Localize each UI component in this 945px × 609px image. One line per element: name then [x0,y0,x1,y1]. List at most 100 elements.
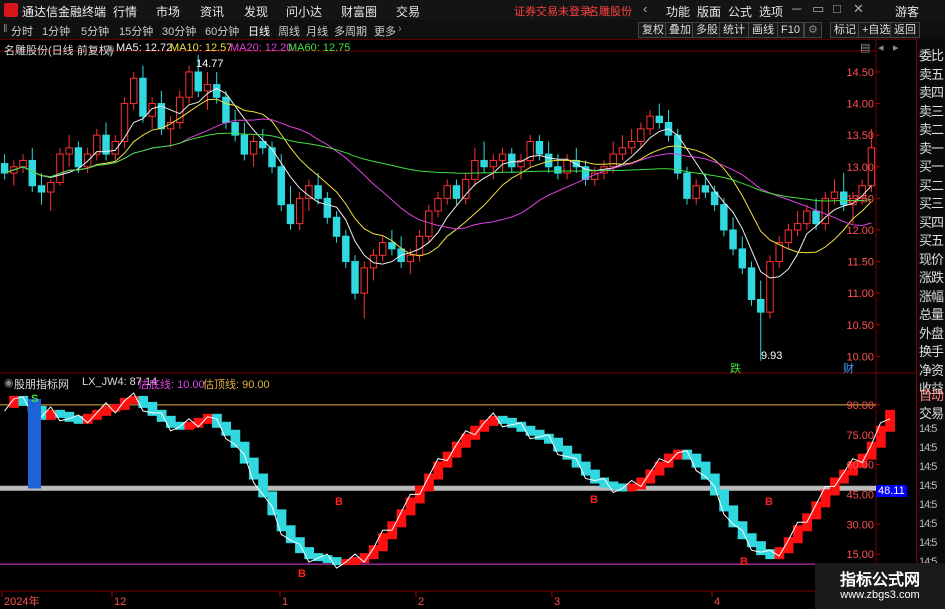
indicator-block [470,425,480,440]
panel-next-icon[interactable]: ▸ [893,41,899,54]
maximize-icon[interactable]: □ [833,1,841,16]
menu-item-wealth[interactable]: 财富圈 [341,3,377,20]
panel-prev-icon[interactable]: ◂ [878,41,884,54]
indicator-block [636,477,646,490]
indicator-block [147,401,158,416]
candle-body [452,185,461,199]
y-tick-label: 12.50 [846,193,874,205]
side-panel-item: 净资 [919,362,944,378]
y-tick-label: 14.00 [846,99,874,111]
menu-item-quotes[interactable]: 行情 [113,3,137,20]
indicator-block [746,533,757,548]
toolbar-tools-icon[interactable]: ⚙ [804,22,822,38]
candle-body [757,298,765,313]
candle-body [332,216,341,237]
period-multi[interactable]: 多周期 [334,23,367,39]
period-weekly[interactable]: 周线 [278,23,300,39]
marker-fall[interactable]: 跌 [730,360,741,376]
candle-body [185,71,193,98]
candle-body [129,77,138,105]
toolbar-draw-button[interactable]: 画线 [748,22,778,38]
y-tick-label: 14.50 [846,67,874,79]
toolbar-overlay-button[interactable]: 叠加 [665,22,695,38]
y-tick-label: 11.50 [847,257,874,269]
period-5min[interactable]: 5分钟 [81,23,109,39]
toolbar-multistock-button[interactable]: 多股 [692,22,722,38]
candle-body [342,235,350,263]
x-tick-label: 2024年 [4,594,39,608]
indicator-block [553,437,563,452]
ma-settings-icon[interactable]: ◉ [105,42,115,55]
menu-item-trade[interactable]: 交易 [396,3,420,20]
window-icon[interactable]: ▭ [812,1,824,17]
side-panel-time: 14:5 [919,480,937,492]
toolbar-menu-icon[interactable]: ‖ [3,23,8,35]
indicator-settings-icon[interactable]: ◉ [4,376,14,389]
period-monthly[interactable]: 月线 [306,23,328,39]
toolbar-adjust-button[interactable]: 复权 [638,22,668,38]
indicator-block [184,421,195,430]
side-panel-trade-item[interactable]: 自动 [919,385,944,404]
period-1min[interactable]: 1分钟 [42,23,70,39]
menu-item-layout[interactable]: 版面 [697,3,721,20]
side-panel-time: 14:5 [919,499,937,511]
menu-item-discover[interactable]: 发现 [244,3,268,20]
menu-item-market[interactable]: 市场 [156,3,180,20]
close-icon[interactable]: ✕ [853,1,864,17]
panel-options-icon[interactable]: ▤ [860,41,870,54]
indicator-block [92,409,102,420]
candle-body [637,128,645,142]
ma20-label: MA20: 12.20 [230,42,293,54]
menu-item-function[interactable]: 功能 [666,3,690,20]
side-panel-item: 卖一 [919,140,944,156]
indicator-block [756,541,766,556]
toolbar-add-watchlist-button[interactable]: +自选 [858,22,895,38]
menu-item-formula[interactable]: 公式 [728,3,752,20]
indicator-block [221,421,232,436]
period-daily[interactable]: 日线 [248,23,270,39]
side-panel-item: 卖五 [919,66,944,82]
candle-body [627,140,636,149]
x-axis: 2024年 12 1 2 3 4 [1,591,720,608]
minimize-icon[interactable]: ─ [792,1,801,16]
toolbar-mark-button[interactable]: 标记 [830,22,860,38]
side-panel-item: 卖二 [919,122,944,137]
period-60min[interactable]: 60分钟 [205,23,239,39]
indicator-block [350,557,361,566]
candle-body [830,191,839,199]
candle-body [212,84,221,98]
side-panel-trade-item[interactable]: 交易 [919,403,944,422]
candle-body [406,254,415,263]
indicator-block [580,461,591,476]
candle-body [646,115,654,130]
kline-chart[interactable]: 14.50 14.00 13.50 13.00 12.50 12.00 11.50 11.00… [0,39,916,609]
candle-body [747,267,756,300]
candle-body [498,153,507,161]
toolbar-back-button[interactable]: 返回 [890,22,920,38]
toolbar-stats-button[interactable]: 统计 [719,22,749,38]
guest-user[interactable]: 游客 [895,3,919,20]
indicator-block [488,415,499,426]
indicator-tick-label: 30.00 [846,519,874,531]
period-15min[interactable]: 15分钟 [119,23,153,39]
period-intraday[interactable]: 分时 [11,23,33,39]
candle-body [701,185,710,193]
side-panel-item: 外盘 [919,325,944,341]
indicator-plot [0,392,895,569]
period-30min[interactable]: 30分钟 [162,23,196,39]
more-chevron-icon[interactable]: › [398,23,402,35]
low-price-label: 9.93 [761,350,783,362]
indicator-block [590,469,600,484]
indicator-block [202,413,213,424]
marker-finance[interactable]: 财 [843,360,854,376]
y-tick-label: 11.00 [847,288,874,300]
login-warning[interactable]: 证券交易未登录 [514,3,591,19]
toolbar-f10-button[interactable]: F10 [777,22,804,38]
candle-body [249,140,258,155]
signal-sell: S [31,393,39,405]
menu-item-ask[interactable]: 问小达 [286,3,322,20]
menu-item-options[interactable]: 选项 [759,3,783,20]
menu-item-news[interactable]: 资讯 [200,3,224,20]
period-more[interactable]: 更多 [374,23,396,39]
collapse-icon[interactable]: ‹ [643,1,647,16]
